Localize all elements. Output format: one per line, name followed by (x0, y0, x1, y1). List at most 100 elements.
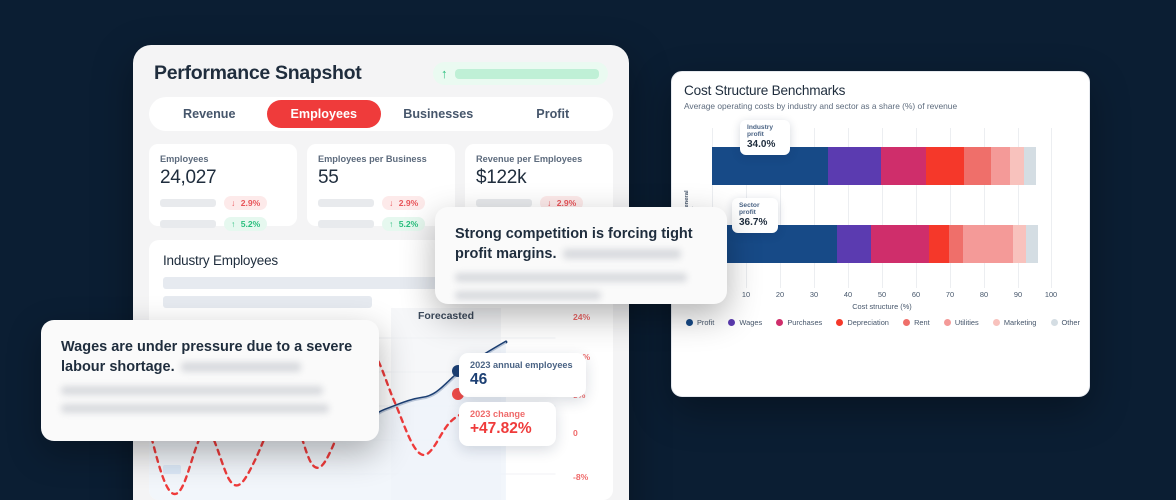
legend-label: Profit (697, 318, 715, 327)
blurred-text (61, 404, 330, 413)
kpi-placeholder-bar (160, 220, 216, 228)
kpi-placeholder-bar (476, 199, 532, 207)
kpi-placeholder-bar (318, 220, 374, 228)
bar-segment-purchases (881, 147, 926, 185)
trend-indicator: ↑ (433, 62, 608, 85)
legend-dot-icon (903, 319, 911, 326)
bar-segment-rent (963, 147, 992, 185)
legend-label: Depreciation (847, 318, 889, 327)
page-title: Performance Snapshot (154, 62, 362, 84)
status-badge-up: ↑ 5.2% (382, 217, 426, 231)
blurred-text (562, 248, 681, 259)
metric-tabs: Revenue Employees Businesses Profit (149, 97, 613, 131)
chart-legend: Profit Wages Purchases Depreciation Rent… (686, 318, 1080, 327)
chart-plot-area: Power Tools and Other General Purpose Ma… (684, 120, 1080, 311)
legend-item-other[interactable]: Other (1050, 318, 1080, 327)
legend-item-depreciation[interactable]: Depreciation (836, 318, 889, 327)
legend-item-profit[interactable]: Profit (686, 318, 714, 327)
tab-employees[interactable]: Employees (266, 100, 381, 128)
y-tick: -8% (573, 472, 589, 482)
kpi-change-row: ↓ 2.9% (318, 196, 444, 210)
tooltip-value: +47.82% (470, 420, 532, 437)
legend-dot-icon (728, 319, 736, 326)
kpi-placeholder-bar (318, 199, 374, 207)
bar-segment-depreciation (928, 225, 949, 263)
kpi-label: Employees per Business (318, 154, 427, 164)
x-tick: 50 (877, 290, 887, 299)
competition-callout: Strong competition is forcing tight prof… (435, 207, 727, 304)
tooltip-value: 34.0% (747, 139, 776, 150)
status-badge-down: ↓ 2.9% (382, 196, 426, 210)
bar-segment-rent (948, 225, 963, 263)
bar-segment-other (1024, 147, 1036, 185)
blurred-text (180, 361, 301, 372)
kpi-placeholder-bar (160, 199, 216, 207)
tooltip-annual-employees: 2023 annual employees 46 (459, 353, 586, 397)
blurred-text (455, 291, 602, 300)
bar-segment-wages (836, 225, 872, 263)
legend-label: Wages (739, 318, 763, 327)
kpi-value: 55 (318, 167, 339, 188)
legend-dot-icon (836, 319, 844, 326)
callout-text: Wages are under pressure due to a severe… (61, 337, 359, 377)
bar-segment-utilities (991, 147, 1011, 185)
tooltip-value: 46 (470, 371, 488, 388)
legend-label: Purchases (787, 318, 823, 327)
y-tick: 24% (573, 312, 591, 322)
legend-item-utilities[interactable]: Utilities (943, 318, 979, 327)
callout-text: Strong competition is forcing tight prof… (455, 224, 707, 264)
y-tick: 0 (573, 428, 578, 438)
bar-segment-depreciation (925, 147, 964, 185)
up-arrow-icon: ↑ (441, 66, 448, 81)
x-tick: 90 (1013, 290, 1023, 299)
tab-revenue[interactable]: Revenue (152, 100, 267, 128)
x-tick: 10 (741, 290, 751, 299)
legend-dot-icon (776, 319, 784, 326)
tab-profit[interactable]: Profit (496, 100, 611, 128)
cost-structure-benchmarks-card: Cost Structure Benchmarks Average operat… (671, 71, 1090, 397)
tooltip-sector-profit: Sector profit 36.7% (732, 198, 778, 233)
kpi-label: Employees (160, 154, 209, 164)
bar-segment-wages (827, 147, 882, 185)
legend-dot-icon (1050, 319, 1058, 326)
x-tick: 100 (1044, 290, 1058, 299)
tooltip-label: Sector profit (739, 202, 760, 216)
x-tick: 70 (945, 290, 955, 299)
dashboard-header: Performance Snapshot ↑ (133, 45, 629, 91)
legend-label: Rent (914, 318, 930, 327)
chart-placeholder-bar (163, 465, 181, 474)
bar-segment-purchases (871, 225, 929, 263)
bar-segment-other (1025, 225, 1038, 263)
kpi-change-row: ↑ 5.2% (318, 217, 444, 231)
x-tick: 60 (911, 290, 921, 299)
x-tick: 20 (775, 290, 785, 299)
legend-dot-icon (686, 319, 693, 326)
chart-title: Cost Structure Benchmarks (684, 83, 846, 98)
legend-label: Other (1061, 318, 1080, 327)
legend-label: Marketing (1003, 318, 1037, 327)
tab-businesses[interactable]: Businesses (381, 100, 496, 128)
x-tick: 40 (843, 290, 853, 299)
legend-item-rent[interactable]: Rent (903, 318, 930, 327)
blurred-text (455, 273, 687, 282)
kpi-card-employees: Employees 24,027 ↓ 2.9% ↑ 5.2% (149, 144, 297, 231)
bar-segment-marketing (1012, 225, 1026, 263)
kpi-change-row: ↑ 5.2% (160, 217, 286, 231)
panel-placeholder-line (163, 296, 373, 308)
legend-item-marketing[interactable]: Marketing (992, 318, 1037, 327)
chart-subtitle: Average operating costs by industry and … (684, 101, 958, 111)
bar-segment-utilities (962, 225, 1013, 263)
x-axis-ticks: 10 20 30 40 50 60 70 80 90 100 (712, 290, 1057, 302)
tooltip-label: Industry profit (747, 124, 774, 138)
kpi-value: 24,027 (160, 167, 217, 188)
status-badge-up: ↑ 5.2% (224, 217, 268, 231)
tooltip-value: 36.7% (739, 217, 768, 228)
status-badge-down: ↓ 2.9% (224, 196, 268, 210)
tooltip-industry-profit: Industry profit 34.0% (740, 120, 790, 155)
y-axis-right: 24% 16% 8% 0 -8% (573, 308, 607, 500)
kpi-card-employees-per-business: Employees per Business 55 ↓ 2.9% ↑ 5.2% (307, 144, 455, 231)
legend-item-purchases[interactable]: Purchases (776, 318, 822, 327)
screenshot-root: Performance Snapshot ↑ Revenue Employees… (0, 0, 1176, 500)
x-axis-label: Cost structure (%) (852, 302, 912, 311)
legend-item-wages[interactable]: Wages (728, 318, 762, 327)
